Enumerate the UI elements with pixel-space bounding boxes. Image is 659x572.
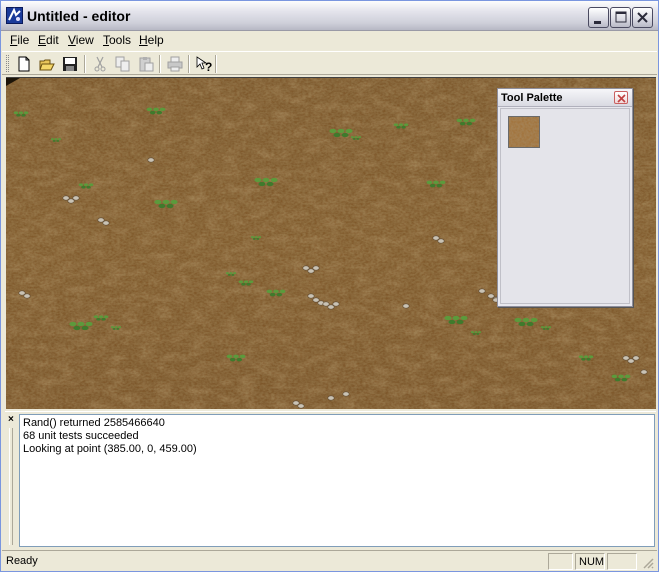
toolbar: ? <box>2 51 657 75</box>
copy-button[interactable] <box>112 54 134 74</box>
cut-scissors-icon <box>94 56 106 72</box>
toolbar-separator <box>215 55 217 73</box>
cut-button[interactable] <box>89 54 111 74</box>
context-help-button[interactable]: ? <box>193 54 215 74</box>
toolbar-grip[interactable] <box>6 55 9 72</box>
minimize-icon <box>594 21 601 24</box>
menu-tools[interactable]: Tools <box>100 33 134 47</box>
tool-palette[interactable]: Tool Palette <box>497 88 633 307</box>
close-button[interactable] <box>632 7 653 28</box>
status-pane-scroll <box>607 553 637 570</box>
minimize-button[interactable] <box>588 7 609 28</box>
copy-icon <box>115 56 130 72</box>
status-text: Ready <box>6 555 38 567</box>
open-button[interactable] <box>36 54 58 74</box>
output-log[interactable]: Rand() returned 2585466640 68 unit tests… <box>19 414 655 547</box>
paste-button[interactable] <box>135 54 157 74</box>
editor-window: Untitled - editor File Edit View Tools H… <box>0 0 659 572</box>
tool-palette-body <box>500 108 630 304</box>
size-grip-icon[interactable] <box>642 557 654 569</box>
print-icon <box>167 56 183 72</box>
close-icon <box>617 94 626 103</box>
menu-view[interactable]: View <box>65 33 97 47</box>
tool-palette-close-button[interactable] <box>614 91 628 104</box>
status-bar: Ready NUM <box>2 550 657 571</box>
print-button[interactable] <box>164 54 186 74</box>
maximize-icon <box>615 11 627 23</box>
title-bar[interactable]: Untitled - editor <box>1 1 658 31</box>
log-line: 68 unit tests succeeded <box>23 430 139 442</box>
open-folder-icon <box>39 59 55 71</box>
output-pane-grip[interactable] <box>9 428 13 545</box>
output-close-icon[interactable]: × <box>8 414 14 425</box>
menu-file[interactable]: File <box>7 33 32 47</box>
status-pane-num: NUM <box>575 553 605 570</box>
svg-text:?: ? <box>205 60 212 72</box>
status-pane-caps <box>548 553 573 570</box>
toolbar-separator <box>188 55 190 73</box>
toolbar-separator <box>159 55 161 73</box>
save-button[interactable] <box>59 54 81 74</box>
save-disk-icon <box>63 57 77 71</box>
log-line: Looking at point (385.00, 0, 459.00) <box>23 443 197 455</box>
window-title: Untitled - editor <box>27 8 131 24</box>
context-help-icon: ? <box>196 56 212 72</box>
tool-palette-titlebar[interactable]: Tool Palette <box>498 89 632 107</box>
new-document-icon <box>18 56 30 72</box>
editor-app-icon[interactable] <box>6 7 23 24</box>
paste-icon <box>139 57 154 72</box>
tool-palette-title: Tool Palette <box>501 92 563 104</box>
menu-edit[interactable]: Edit <box>35 33 62 47</box>
menu-bar: File Edit View Tools Help <box>2 31 657 50</box>
new-button[interactable] <box>13 54 35 74</box>
maximize-button[interactable] <box>610 7 631 28</box>
menu-help[interactable]: Help <box>136 33 167 47</box>
output-pane: × Rand() returned 2585466640 68 unit tes… <box>5 411 656 548</box>
close-icon <box>637 12 648 23</box>
toolbar-separator <box>84 55 86 73</box>
dirt-texture-tile[interactable] <box>508 116 540 148</box>
log-line: Rand() returned 2585466640 <box>23 417 165 429</box>
